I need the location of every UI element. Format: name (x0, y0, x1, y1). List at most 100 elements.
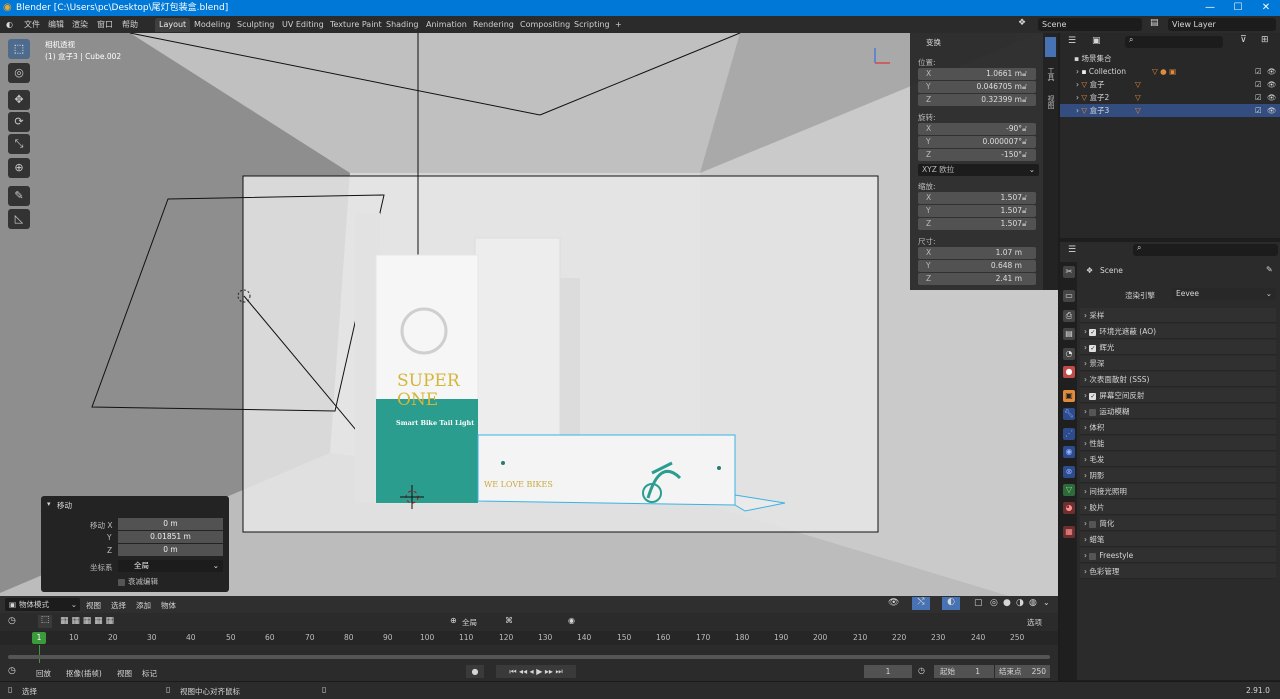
rotation-mode-select[interactable]: XYZ 欧拉 ⌄ (918, 164, 1039, 176)
rotation-z-field[interactable]: Z -150° (918, 149, 1036, 161)
display-mode-icon[interactable]: ▣ (1092, 36, 1101, 46)
rotation-x-field[interactable]: X -90° (918, 123, 1036, 135)
playback-controls-icons[interactable]: ⏮ ◂◂ ◂ ▶ ▸▸ ⏭ (496, 665, 576, 678)
lock-icon[interactable]: 🔓︎ (1022, 82, 1032, 92)
tab-animation[interactable]: Animation (422, 18, 471, 32)
scene-field[interactable]: Scene (1038, 18, 1142, 31)
menu-marker[interactable]: 标记 (142, 668, 157, 679)
output-tab-icon[interactable]: ⎙ (1063, 310, 1075, 322)
modifier-tab-icon[interactable]: 🔧︎ (1063, 408, 1075, 420)
section-simplify[interactable]: › 简化 (1080, 516, 1276, 531)
rotate-tool-icon[interactable]: ⟳ (8, 112, 30, 132)
scale-x-field[interactable]: X 1.507 (918, 192, 1036, 204)
properties-menu-icon[interactable]: ☰ (1068, 245, 1076, 255)
tab-texture-paint[interactable]: Texture Paint (326, 18, 386, 32)
tab-view[interactable]: 视图 (1046, 95, 1056, 109)
playback-editor-icon[interactable]: ◷ (8, 666, 16, 676)
view-layer-field[interactable]: View Layer (1168, 18, 1276, 31)
data-tab-icon[interactable]: ▽ (1063, 484, 1075, 496)
scene-selector-icon[interactable]: ❖ (1018, 18, 1026, 28)
constraints-tab-icon[interactable]: ⊗ (1063, 466, 1075, 478)
shading-rendered-icon[interactable]: ◍ (1029, 598, 1037, 608)
tab-item[interactable] (1045, 37, 1056, 57)
timeline-options[interactable]: 选项 (1027, 617, 1042, 628)
snap-icon[interactable]: ⌘ (505, 616, 513, 625)
move-panel-toggle[interactable]: ▾ (47, 500, 51, 508)
lock-icon[interactable]: 🔓︎ (1022, 95, 1032, 105)
outliner-root[interactable]: ▪ 场景集合 (1060, 52, 1280, 65)
menu-add[interactable]: 添加 (136, 600, 151, 611)
section-sss[interactable]: › 次表面散射 (SSS) (1080, 372, 1276, 387)
scale-z-field[interactable]: Z 1.507 (918, 218, 1036, 230)
dimensions-y-field[interactable]: Y 0.648 m (918, 260, 1036, 272)
cursor-tool-icon[interactable]: ◎ (8, 63, 30, 83)
proportional-icon[interactable]: ◉ (568, 616, 575, 625)
timeline-scrollbar[interactable] (8, 655, 1050, 659)
render-engine-select[interactable]: Eevee ⌄ (1172, 288, 1276, 300)
tab-sculpting[interactable]: Sculpting (233, 18, 278, 32)
location-z-field[interactable]: Z 0.32399 m (918, 94, 1036, 106)
transform-header[interactable]: 变换 (926, 37, 941, 48)
preview-range-icon[interactable]: ◷ (918, 666, 925, 675)
lock-icon[interactable]: 🔓︎ (1022, 193, 1032, 203)
timeline-ruler[interactable]: 1 10 20 30 40 50 60 70 80 90 100 110 120… (0, 631, 1058, 645)
tab-modeling[interactable]: Modeling (190, 18, 234, 32)
section-color-management[interactable]: › 色彩管理 (1080, 564, 1276, 579)
outliner-item-collection[interactable]: › ▪ Collection ▽ ● ▣ ☑ 👁︎ (1060, 65, 1280, 78)
overlay-toggle-icon[interactable]: ◐ (942, 597, 960, 610)
material-tab-icon[interactable]: ◕ (1063, 502, 1075, 514)
view-layer-tab-icon[interactable]: ▤ (1063, 328, 1075, 340)
section-volumetrics[interactable]: › 体积 (1080, 420, 1276, 435)
mode-select[interactable]: ▣ 物体模式 ⌄ (5, 598, 80, 611)
timeline-track[interactable] (0, 645, 1058, 663)
lock-icon[interactable]: 🔓︎ (1022, 206, 1032, 216)
dimensions-x-field[interactable]: X 1.07 m (918, 247, 1036, 259)
particles-tab-icon[interactable]: ⋰ (1063, 428, 1075, 440)
section-grease-pencil[interactable]: › 蜡笔 (1080, 532, 1276, 547)
end-frame-field[interactable]: 结束点 250 (995, 665, 1050, 678)
select-box-icon[interactable]: ⬚ (38, 615, 52, 628)
scale-y-field[interactable]: Y 1.507 (918, 205, 1036, 217)
menu-window[interactable]: 窗口 (97, 18, 113, 31)
new-collection-icon[interactable]: ⊞ (1261, 35, 1269, 45)
section-film[interactable]: › 胶片 (1080, 500, 1276, 515)
section-shadows[interactable]: › 阴影 (1080, 468, 1276, 483)
section-ao[interactable]: › ✓ 环境光遮蔽 (AO) (1080, 324, 1276, 339)
lock-icon[interactable]: 🔓︎ (1022, 219, 1032, 229)
lock-icon[interactable]: 🔓︎ (1022, 137, 1032, 147)
close-button[interactable]: ✕ (1252, 0, 1280, 16)
view-layer-icon[interactable]: ▤ (1150, 18, 1159, 28)
transform-tool-icon[interactable]: ⊕ (8, 158, 30, 178)
menu-view[interactable]: 视图 (86, 600, 101, 611)
tab-shading[interactable]: Shading (382, 18, 423, 32)
visibility-icon[interactable]: 👁︎ (888, 598, 899, 608)
outliner-item-box3[interactable]: › ▽ 盒子3 ▽ ☑ 👁︎ (1060, 104, 1280, 117)
pivot-icon[interactable]: ⊕ (450, 616, 457, 625)
outliner-search-input[interactable]: ⌕ (1125, 35, 1223, 48)
transform-orientation[interactable]: 全局 (462, 617, 477, 628)
section-bloom[interactable]: › ✓ 辉光 (1080, 340, 1276, 355)
menu-file[interactable]: 文件 (24, 18, 40, 31)
section-sampling[interactable]: › 采样 (1080, 308, 1276, 323)
shading-wireframe-icon[interactable]: ◎ (990, 598, 998, 608)
tab-rendering[interactable]: Rendering (469, 18, 518, 32)
orientation-select[interactable]: 全局 ⌄ (118, 560, 223, 572)
section-hair[interactable]: › 毛发 (1080, 452, 1276, 467)
world-tab-icon[interactable]: ● (1063, 366, 1075, 378)
section-dof[interactable]: › 景深 (1080, 356, 1276, 371)
outliner-item-box2[interactable]: › ▽ 盒子2 ▽ ☑ 👁︎ (1060, 91, 1280, 104)
select-mode-icons[interactable]: ▦ ▦ ▦ ▦ ▦ (60, 616, 114, 626)
outliner-menu-icon[interactable]: ☰ (1068, 36, 1076, 46)
lock-icon[interactable]: 🔓︎ (1022, 69, 1032, 79)
gizmo-toggle-icon[interactable]: ⤭ (912, 597, 930, 610)
measure-tool-icon[interactable]: ◺ (8, 209, 30, 229)
dimensions-z-field[interactable]: Z 2.41 m (918, 273, 1036, 285)
tab-layout[interactable]: Layout (155, 18, 191, 32)
scene-tab-icon[interactable]: ◔ (1063, 348, 1075, 360)
menu-render[interactable]: 渲染 (72, 18, 88, 31)
menu-select[interactable]: 选择 (111, 600, 126, 611)
menu-playback[interactable]: 回放 (36, 668, 51, 679)
properties-search-input[interactable]: ⌕ (1133, 243, 1278, 256)
tab-tool[interactable]: 工具 (1046, 67, 1056, 81)
move-x-field[interactable]: 0 m (118, 518, 223, 530)
